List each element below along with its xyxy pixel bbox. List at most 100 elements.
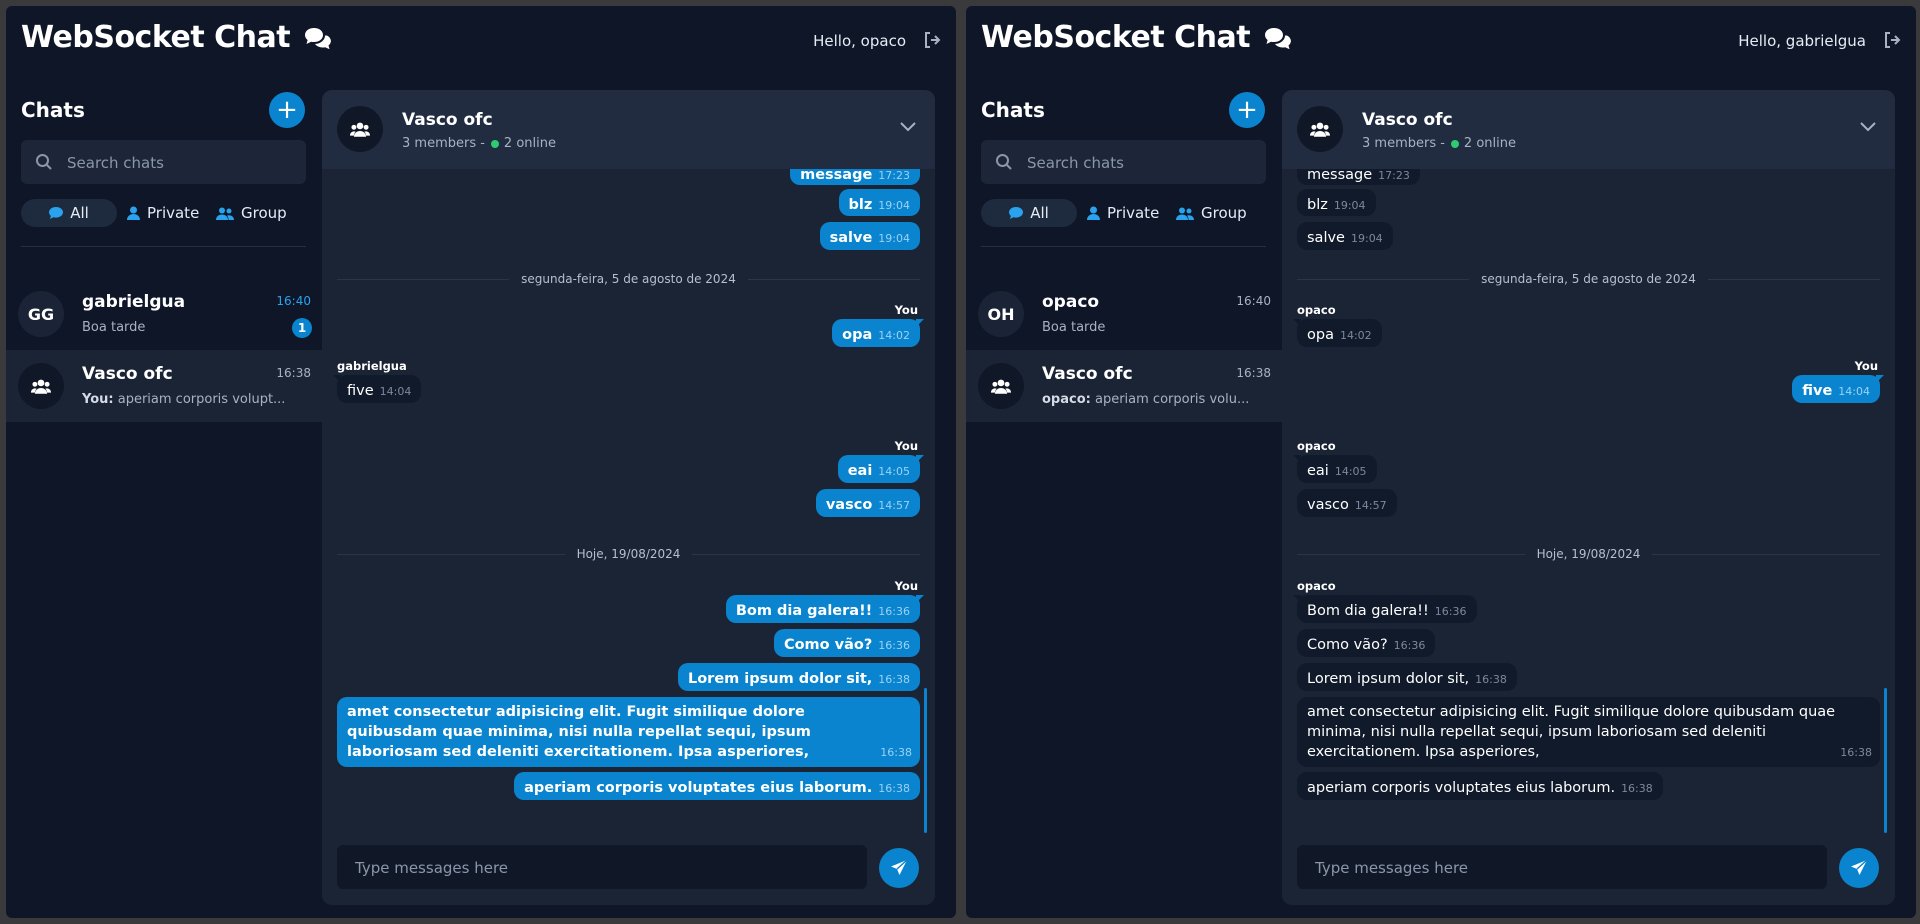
chevron-down-icon[interactable]: [899, 120, 917, 132]
avatar: OH: [978, 291, 1024, 337]
message-time: 14:02: [1339, 329, 1372, 342]
top-bar: WebSocket Chat Hello, opaco: [6, 6, 956, 78]
message-list[interactable]: message 17:23 blz 19:04 salve 19:04 segunda…: [322, 169, 935, 829]
conversation-header[interactable]: Vasco ofc 3 members - 2 online: [322, 90, 935, 169]
unread-badge: 1: [292, 318, 312, 338]
message-time: 16:38: [878, 782, 910, 795]
message-time: 16:38: [1475, 673, 1507, 686]
message-bubble: message 17:23: [790, 169, 920, 185]
message-input[interactable]: [353, 845, 857, 891]
message-list[interactable]: message 17:23 blz 19:04 salve 19:04 segunda…: [1282, 169, 1895, 829]
send-icon: [891, 859, 908, 875]
message-bubble: opa 14:02: [832, 319, 924, 347]
send-button[interactable]: [1839, 848, 1879, 888]
group-icon: [31, 379, 51, 394]
chat-name: gabrielgua: [82, 292, 186, 312]
message-time: 14:05: [878, 465, 910, 478]
date-separator: segunda-feira, 5 de agosto de 2024: [337, 270, 920, 288]
message-bubble: aperiam corporis voluptates eius laborum…: [514, 772, 920, 800]
message-text: eai: [1307, 463, 1329, 479]
group-icon: [350, 122, 370, 137]
message-bubble: salve 19:04: [819, 222, 920, 250]
chevron-down-icon[interactable]: [1859, 120, 1877, 132]
message-time: 16:38: [878, 673, 910, 686]
message-composer: [337, 845, 867, 891]
search-input[interactable]: [1025, 140, 1259, 186]
send-button[interactable]: [879, 848, 919, 888]
date-separator: Hoje, 19/08/2024: [1297, 545, 1880, 563]
chat-list-item-vasco-ofc[interactable]: Vasco ofc You: aperiam corporis volupt..…: [6, 350, 324, 422]
conversation-header[interactable]: Vasco ofc 3 members - 2 online: [1282, 90, 1895, 169]
message-text: message: [1307, 169, 1373, 183]
message-input[interactable]: [1313, 845, 1817, 891]
message-bubble: Lorem ipsum dolor sit, 16:38: [677, 663, 920, 691]
message-time: 14:04: [379, 385, 412, 398]
avatar: GG: [18, 291, 64, 337]
chat-list-item-vasco-ofc[interactable]: Vasco ofc opaco: aperiam corporis volu..…: [966, 350, 1284, 422]
divider: [21, 246, 306, 247]
chat-list-item-gabrielgua[interactable]: GG gabrielgua Boa tarde 16:40 1: [6, 278, 324, 350]
member-count: 3 members -: [402, 136, 485, 151]
message-bubble: amet consectetur adipisicing elit. Fugit…: [1297, 697, 1880, 767]
new-chat-button[interactable]: +: [269, 92, 305, 128]
chat-time: 16:40: [276, 294, 311, 308]
message-bubble: eai 14:05: [837, 455, 925, 483]
message-bubble: aperiam corporis voluptates eius laborum…: [1297, 772, 1663, 800]
filter-all-label: All: [1030, 204, 1049, 222]
chat-list-item-opaco[interactable]: OH opaco Boa tarde 16:40: [966, 278, 1284, 350]
filter-group[interactable]: Group: [216, 199, 287, 227]
chat-icon: [1009, 207, 1024, 219]
group-icon: [991, 379, 1011, 394]
message-bubble: salve 19:04: [1297, 222, 1393, 250]
message-time: 14:02: [878, 329, 910, 342]
chat-window-gabrielgua: WebSocket Chat Hello, gabrielgua Chats +…: [966, 6, 1916, 918]
message-text: Bom dia galera!!: [1307, 603, 1429, 619]
app-title: WebSocket Chat: [21, 20, 332, 55]
filter-all[interactable]: All: [981, 199, 1077, 227]
sidebar: Chats + All Private Group OH opaco Boa t: [966, 78, 1284, 918]
message-text: vasco: [1307, 497, 1349, 513]
message-text: amet consectetur adipisicing elit. Fugit…: [1307, 704, 1836, 760]
message-time: 19:04: [878, 199, 910, 212]
filter-group[interactable]: Group: [1176, 199, 1247, 227]
chat-name: Vasco ofc: [82, 364, 173, 384]
group-icon: [1176, 207, 1194, 220]
group-avatar: [337, 106, 383, 152]
message-time: 14:57: [1354, 499, 1387, 512]
message-text: blz: [848, 197, 873, 213]
message-bubble: amet consectetur adipisicing elit. Fugit…: [337, 697, 920, 767]
message-time: 16:38: [1840, 746, 1872, 759]
conversation-status: 3 members - 2 online: [402, 136, 556, 151]
filter-all[interactable]: All: [21, 199, 117, 227]
conversation-status: 3 members - 2 online: [1362, 136, 1516, 151]
sidebar: Chats + All Private Group GG gabrielgua: [6, 78, 324, 918]
group-avatar: [18, 363, 64, 409]
message-time: 16:36: [1393, 639, 1426, 652]
search-input[interactable]: [65, 140, 299, 186]
filter-private[interactable]: Private: [1087, 199, 1159, 227]
top-bar: WebSocket Chat Hello, gabrielgua: [966, 6, 1916, 78]
message-text: Como vão?: [783, 637, 873, 653]
scrollbar[interactable]: [924, 688, 927, 833]
message-time: 16:38: [880, 746, 912, 759]
app-title-text: WebSocket Chat: [21, 20, 291, 55]
chat-name: opaco: [1042, 292, 1100, 312]
message-bubble: opa 14:02: [1293, 319, 1382, 347]
group-icon: [216, 207, 234, 220]
message-bubble: vasco 14:57: [1297, 489, 1397, 517]
search-box: [981, 140, 1266, 186]
filter-group-label: Group: [241, 204, 287, 222]
message-time: 16:36: [878, 639, 910, 652]
logout-icon[interactable]: [922, 30, 942, 50]
message-sender: opaco: [1297, 439, 1336, 453]
chat-preview: Boa tarde: [1042, 320, 1106, 335]
date-label: Hoje, 19/08/2024: [576, 547, 681, 561]
message-bubble: Bom dia galera!! 16:36: [725, 595, 925, 623]
chat-filters: All Private Group: [21, 199, 321, 227]
online-count: 2 online: [1463, 136, 1516, 151]
new-chat-button[interactable]: +: [1229, 92, 1265, 128]
chat-icon: [49, 207, 64, 219]
scrollbar[interactable]: [1884, 688, 1887, 833]
logout-icon[interactable]: [1882, 30, 1902, 50]
filter-private[interactable]: Private: [127, 199, 199, 227]
